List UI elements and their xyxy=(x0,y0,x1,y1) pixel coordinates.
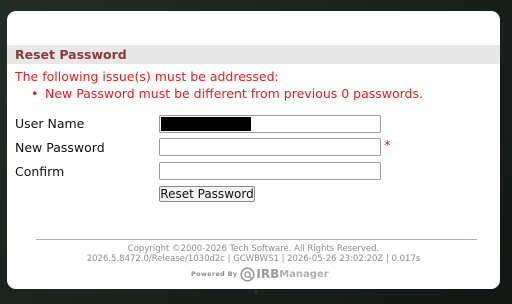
error-message: New Password must be different from prev… xyxy=(45,86,423,101)
build-info-text: 2026.5.8472.0/Release/1030d2c | GCWBWS1 … xyxy=(86,254,421,264)
reset-password-panel: Reset Password The following issue(s) mu… xyxy=(7,11,500,289)
error-heading: The following issue(s) must be addressed… xyxy=(15,69,279,84)
powered-by-text: Powered By xyxy=(191,270,238,278)
confirm-password-field[interactable] xyxy=(159,162,381,180)
powered-by-row: Powered By IRB Manager xyxy=(191,266,329,282)
logo-irb-text: IRB xyxy=(256,267,280,281)
footer-divider xyxy=(36,239,477,240)
section-header: Reset Password xyxy=(7,45,500,64)
reset-password-button[interactable]: Reset Password xyxy=(159,186,255,202)
logo-manager-text: Manager xyxy=(279,268,329,280)
bullet-icon: • xyxy=(31,86,39,101)
irbmanager-logo-icon xyxy=(240,266,255,282)
confirm-label: Confirm xyxy=(15,164,65,179)
page-title: Reset Password xyxy=(15,47,127,62)
copyright-text: Copyright ©2000-2026 Tech Software. All … xyxy=(127,244,380,254)
username-label: User Name xyxy=(15,116,85,131)
required-indicator: * xyxy=(384,139,391,154)
irbmanager-logo: IRB Manager xyxy=(240,266,329,282)
new-password-field[interactable] xyxy=(159,138,381,156)
new-password-label: New Password xyxy=(15,140,105,155)
error-list-item: • New Password must be different from pre… xyxy=(31,86,423,102)
redaction-block xyxy=(161,117,251,131)
